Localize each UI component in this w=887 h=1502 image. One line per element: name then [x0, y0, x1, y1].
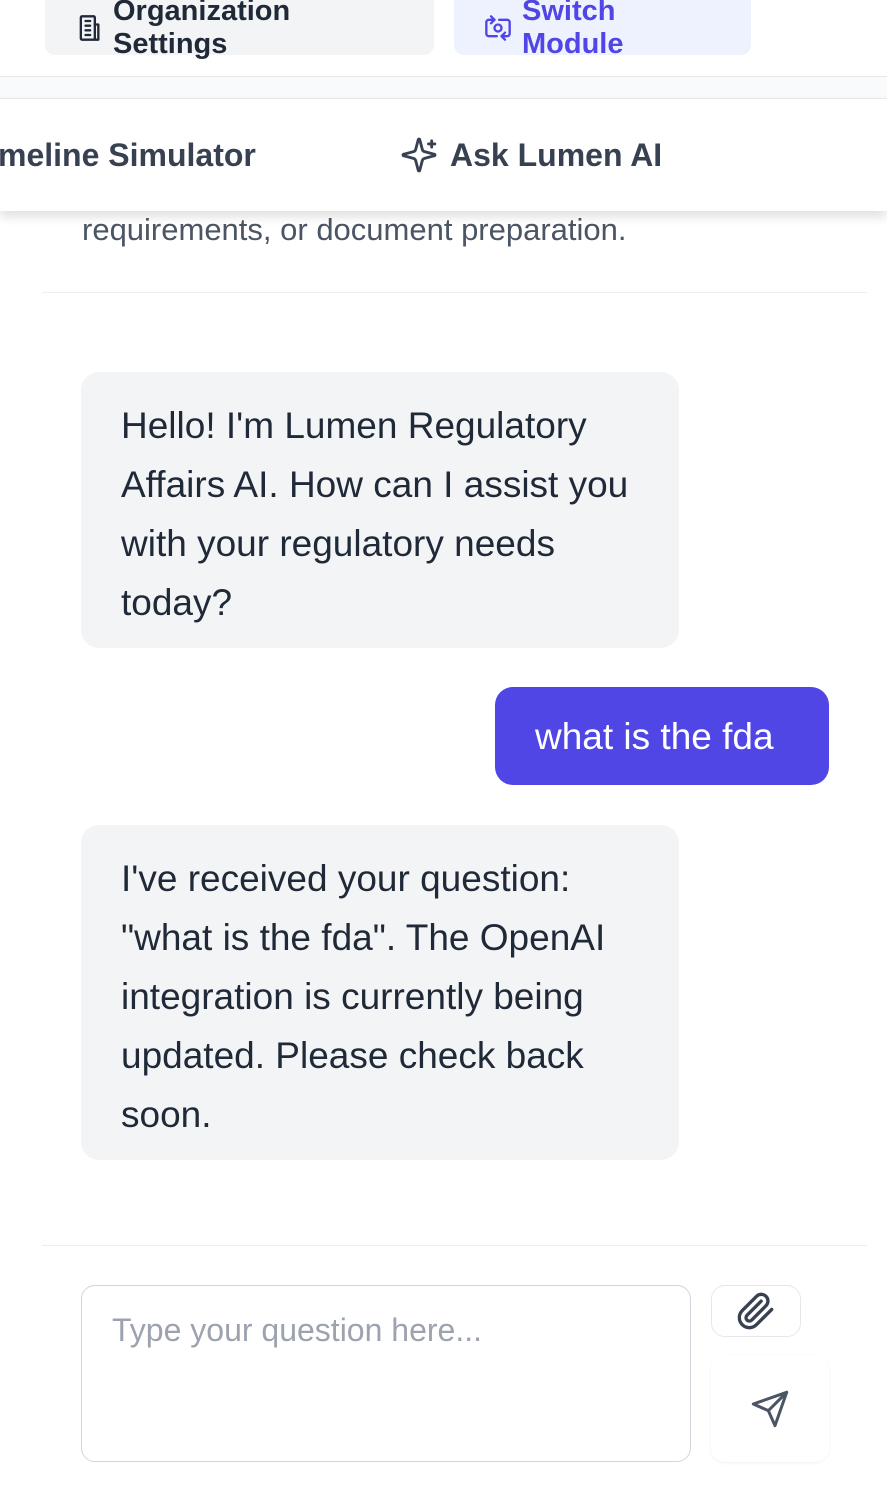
organization-settings-button[interactable]: Organization Settings — [45, 0, 434, 60]
organization-settings-label: Organization Settings — [113, 0, 291, 60]
switch-module-button[interactable]: Switch Module — [454, 0, 751, 60]
chat-intro-text: requirements, or document preparation. — [82, 212, 627, 247]
send-button[interactable] — [711, 1355, 829, 1462]
switch-camera-icon — [485, 14, 511, 41]
chat-header-divider — [42, 292, 867, 293]
tab-timeline-simulator[interactable]: meline Simulator — [0, 99, 256, 211]
switch-module-label: Switch Module — [522, 0, 624, 60]
question-input-box[interactable] — [81, 1285, 691, 1462]
top-bar: Organization Settings Switch Module — [0, 0, 887, 77]
user-message: what is the fda — [495, 687, 829, 785]
attach-file-button[interactable] — [711, 1285, 801, 1337]
composer-divider — [42, 1245, 867, 1246]
module-tab-bar: meline Simulator Ask Lumen AI — [0, 98, 887, 211]
tab-ask-lumen-ai[interactable]: Ask Lumen AI — [400, 99, 662, 211]
sparkles-icon — [401, 137, 437, 173]
assistant-message: Hello! I'm Lumen Regulatory Affairs AI. … — [81, 372, 679, 648]
tab-ask-lumen-ai-label: Ask Lumen AI — [450, 136, 663, 173]
question-input[interactable] — [82, 1286, 690, 1461]
paperclip-icon — [737, 1292, 774, 1330]
building-icon — [79, 14, 100, 41]
assistant-message: I've received your question: "what is th… — [81, 825, 679, 1160]
send-icon — [751, 1390, 789, 1427]
tab-timeline-simulator-label: meline Simulator — [0, 136, 256, 173]
